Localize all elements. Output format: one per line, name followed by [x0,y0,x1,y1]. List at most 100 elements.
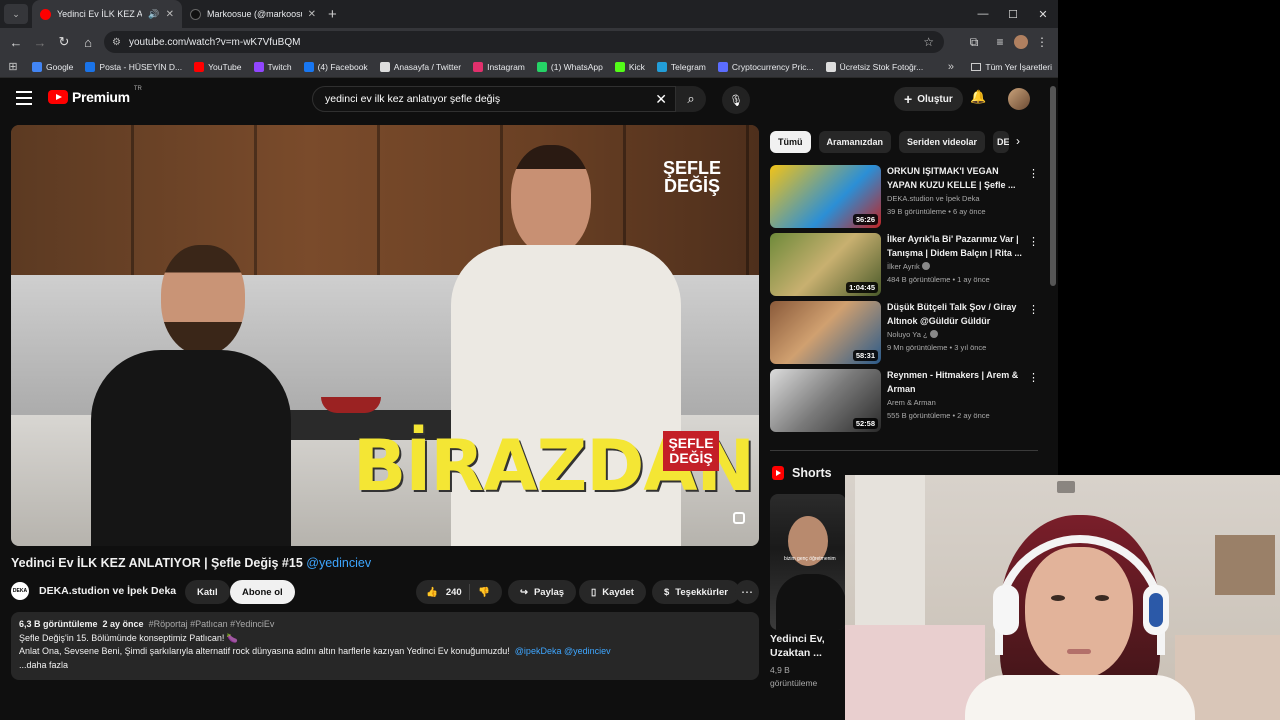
video-thumbnail[interactable]: 52:58 [770,369,881,432]
video-duration: 52:58 [852,418,878,429]
recommended-channel[interactable]: İlker Ayrık [887,262,930,271]
extensions-icon[interactable]: ⧉ [962,30,986,54]
create-button[interactable]: + Oluştur [894,87,963,111]
short-title[interactable]: Yedinci Ev, Uzaktan ... [770,632,846,660]
bookmark-item[interactable]: YouTube [188,61,247,72]
bookmark-favicon-icon [825,61,836,72]
back-icon[interactable]: ← [4,30,28,54]
chevron-right-icon[interactable]: › [1016,134,1020,148]
video-thumbnail[interactable]: 1:04:45 [770,233,881,296]
branding-watermark-icon[interactable] [733,512,745,524]
thanks-button[interactable]: $ Teşekkürler [652,580,740,604]
recommended-title[interactable]: Reynmen - Hitmakers | Arem & Arman [887,369,1025,396]
bookmark-label: Twitch [267,61,292,72]
search-button[interactable]: ⌕ [676,86,706,112]
all-bookmarks-folder[interactable]: Tüm Yer İşaretleri [971,62,1052,72]
account-avatar[interactable] [1008,88,1030,110]
youtube-play-icon [48,90,68,104]
recommended-video[interactable]: 1:04:45 İlker Ayrık'la Bi' Pazarımız Var… [770,233,1040,297]
notifications-bell-icon[interactable]: 🔔 [970,89,986,105]
super-thanks-icon: $ [664,586,670,598]
media-control-icon[interactable]: ≡ [988,30,1012,54]
menu-icon[interactable] [16,91,32,105]
clear-search-icon[interactable]: ✕ [655,91,667,108]
dislike-button[interactable]: 👎 [470,587,490,598]
bookmark-item[interactable]: Posta - HÜSEYİN D... [79,61,188,72]
bookmark-item[interactable]: Anasayfa / Twitter [374,61,467,72]
recommended-title[interactable]: ORKUN IŞITMAK'I VEGAN YAPAN KUZU KELLE |… [887,165,1025,192]
bookmark-label: Cryptocurrency Pric... [731,61,814,72]
home-icon[interactable]: ⌂ [76,30,100,54]
more-actions-icon[interactable]: ⋯ [735,580,759,604]
show-logo-corner: ŞEFLE DEĞİŞ [663,158,722,196]
logo-region: TR [133,86,142,92]
chip-from-search[interactable]: Aramanızdan [818,131,892,153]
recommended-title[interactable]: İlker Ayrık'la Bi' Pazarımız Var | Tanış… [887,233,1025,260]
logo-text: Premium [72,89,130,105]
close-window-icon[interactable]: ✕ [1028,0,1058,28]
reload-icon[interactable]: ↻ [52,30,76,54]
recommended-video[interactable]: 52:58 Reynmen - Hitmakers | Arem & Arman… [770,369,1040,433]
tab-youtube[interactable]: Yedinci Ev İLK KEZ ANLATIY 🔊 ✕ [32,0,182,28]
like-button[interactable]: 👍 240 [416,584,470,600]
close-tab-icon[interactable]: ✕ [166,9,174,20]
page-scrollbar[interactable] [1050,86,1056,286]
video-player[interactable]: ŞEFLE DEĞİŞ BİRAZDAN... ŞEFLE DEĞİŞ [11,125,759,546]
forward-icon[interactable]: → [28,30,52,54]
bookmark-item[interactable]: (4) Facebook [298,61,374,72]
search-input[interactable]: yedinci ev ilk kez anlatıyor şefle değiş… [312,86,676,112]
bookmark-item[interactable]: Ücretsiz Stok Fotoğr... [820,61,930,72]
video-thumbnail[interactable]: 36:26 [770,165,881,228]
more-bookmarks-icon[interactable]: » [948,61,954,73]
kebab-menu-icon[interactable]: ⋮ [1028,371,1039,384]
kebab-menu-icon[interactable]: ⋮ [1028,167,1039,180]
tab-search-button[interactable]: ⌄ [4,4,28,24]
kebab-menu-icon[interactable]: ⋮ [1028,303,1039,316]
chip-more[interactable]: DE [993,131,1010,153]
title-mention-link[interactable]: @yedinciev [306,556,371,570]
share-button[interactable]: ↪ Paylaş [508,580,577,604]
chip-all[interactable]: Tümü [770,131,811,153]
maximize-icon[interactable]: ☐ [998,0,1028,28]
recommended-channel[interactable]: Noluyo Ya ¿ [887,330,938,339]
voice-search-button[interactable]: 🎙 [722,86,750,114]
apps-grid-icon[interactable]: ⊞ [0,60,26,73]
address-bar[interactable]: ⚙ youtube.com/watch?v=m-wK7VfuBQM ☆ [104,31,944,53]
chip-series[interactable]: Seriden videolar [899,131,986,153]
browser-menu-icon[interactable]: ⋮ [1030,30,1054,54]
show-more-link[interactable]: ...daha fazla [19,659,751,673]
bookmark-item[interactable]: (1) WhatsApp [531,61,609,72]
youtube-logo[interactable]: Premium TR [48,86,142,105]
site-info-icon[interactable]: ⚙ [112,37,121,48]
recommended-title[interactable]: Düşük Bütçeli Talk Şov / Giray Altınok @… [887,301,1025,328]
bookmark-item[interactable]: Google [26,61,79,72]
recommended-meta: 39 B görüntüleme • 6 ay önce [887,207,986,216]
video-thumbnail[interactable]: 58:31 [770,301,881,364]
recommended-channel[interactable]: Arem & Arman [887,398,936,407]
kebab-menu-icon[interactable]: ⋮ [1028,235,1039,248]
description-links[interactable]: @ipekDeka @yedinciev [515,646,611,656]
close-tab-icon[interactable]: ✕ [308,9,316,20]
bookmark-icon: ▯ [591,586,597,598]
description-box[interactable]: 6,3 B görüntüleme 2 ay önce #Röportaj #P… [11,612,759,680]
bookmark-item[interactable]: Instagram [467,61,531,72]
bookmark-star-icon[interactable]: ☆ [923,35,934,49]
recommended-video[interactable]: 36:26 ORKUN IŞITMAK'I VEGAN YAPAN KUZU K… [770,165,1040,229]
join-button[interactable]: Katıl [185,580,230,604]
new-tab-button[interactable]: + [328,6,337,23]
recommended-video[interactable]: 58:31 Düşük Bütçeli Talk Şov / Giray Alt… [770,301,1040,365]
speaker-icon[interactable]: 🔊 [148,9,159,20]
channel-avatar[interactable]: DEKA [11,582,29,600]
bookmark-item[interactable]: Cryptocurrency Pric... [712,61,820,72]
tab-tiktok[interactable]: Markoosue (@markoosue) | Tik ✕ [182,0,324,28]
profile-avatar[interactable] [1014,35,1028,49]
channel-name[interactable]: DEKA.studion ve İpek Deka [39,585,176,597]
save-button[interactable]: ▯ Kaydet [579,580,646,604]
recommended-channel[interactable]: DEKA.studion ve İpek Deka [887,194,980,203]
bookmark-item[interactable]: Telegram [651,61,712,72]
bookmark-item[interactable]: Kick [609,61,651,72]
short-thumbnail[interactable]: bizim genç öğretmenim [770,494,846,630]
subscribe-button[interactable]: Abone ol [230,580,295,604]
minimize-icon[interactable]: — [968,0,998,28]
bookmark-item[interactable]: Twitch [248,61,298,72]
